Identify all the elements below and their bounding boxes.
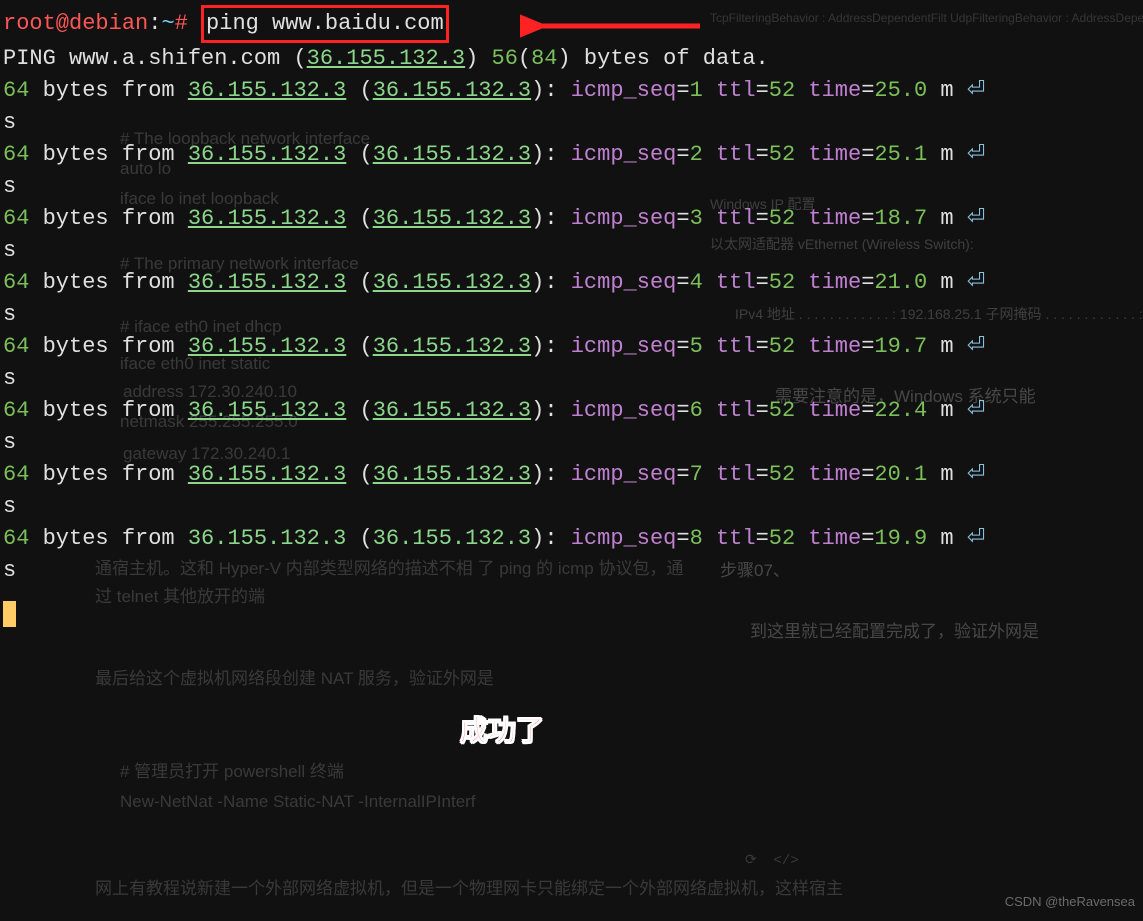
reply-ip: 36.155.132.3 xyxy=(188,270,346,295)
reply-ip: 36.155.132.3 xyxy=(188,142,346,167)
icmp-seq: 8 xyxy=(690,526,703,551)
ping-reply-line: 64 bytes from 36.155.132.3 (36.155.132.3… xyxy=(3,203,1140,235)
ping-reply-line: 64 bytes from 36.155.132.3 (36.155.132.3… xyxy=(3,75,1140,107)
wrap-arrow-icon: ⏎ xyxy=(967,398,985,423)
ttl-value: 52 xyxy=(769,398,795,423)
prompt-line: root@debian:~# ping www.baidu.com xyxy=(3,5,1140,43)
icmp-seq: 5 xyxy=(690,334,703,359)
terminal-cursor xyxy=(3,601,16,627)
reply-ip: 36.155.132.3 xyxy=(188,334,346,359)
wrap-arrow-icon: ⏎ xyxy=(967,334,985,359)
resolved-ip: 36.155.132.3 xyxy=(307,46,465,71)
ping-reply-wrap: s xyxy=(3,363,1140,395)
ping-reply-line: 64 bytes from 36.155.132.3 (36.155.132.3… xyxy=(3,331,1140,363)
ttl-value: 52 xyxy=(769,142,795,167)
time-value: 25.0 xyxy=(874,78,927,103)
ttl-value: 52 xyxy=(769,526,795,551)
ping-reply-wrap: s xyxy=(3,299,1140,331)
reply-ip: 36.155.132.3 xyxy=(188,462,346,487)
ping-reply-wrap: s xyxy=(3,107,1140,139)
bg-text: # 管理员打开 powershell 终端 xyxy=(120,758,344,786)
ttl-value: 52 xyxy=(769,270,795,295)
prompt-user: root@debian xyxy=(3,11,148,36)
bg-text: New-NetNat -Name Static-NAT -InternalIPI… xyxy=(120,788,476,816)
ping-reply-wrap: s xyxy=(3,555,1140,587)
ping-reply-wrap: s xyxy=(3,171,1140,203)
ping-header: PING www.a.shifen.com (36.155.132.3) 56(… xyxy=(3,43,1140,75)
time-value: 19.7 xyxy=(874,334,927,359)
time-value: 25.1 xyxy=(874,142,927,167)
wrap-arrow-icon: ⏎ xyxy=(967,78,985,103)
ping-reply-line: 64 bytes from 36.155.132.3 (36.155.132.3… xyxy=(3,459,1140,491)
wrap-arrow-icon: ⏎ xyxy=(967,270,985,295)
ttl-value: 52 xyxy=(769,462,795,487)
icmp-seq: 2 xyxy=(690,142,703,167)
prompt-path: ~ xyxy=(161,11,174,36)
bg-text: 到这里就已经配置完成了，验证外网是 xyxy=(750,618,1039,646)
icmp-seq: 7 xyxy=(690,462,703,487)
reply-ip: 36.155.132.3 xyxy=(188,398,346,423)
icmp-seq: 3 xyxy=(690,206,703,231)
icmp-seq: 4 xyxy=(690,270,703,295)
time-value: 22.4 xyxy=(874,398,927,423)
bg-text: 最后给这个虚拟机网络段创建 NAT 服务，验证外网是 xyxy=(95,665,494,693)
reply-ip: 36.155.132.3 xyxy=(188,526,346,551)
icmp-seq: 6 xyxy=(690,398,703,423)
ping-reply-line: 64 bytes from 36.155.132.3 (36.155.132.3… xyxy=(3,139,1140,171)
annotation-success: 成功了 xyxy=(460,715,544,747)
ttl-value: 52 xyxy=(769,206,795,231)
watermark: CSDN @theRavensea xyxy=(1005,886,1135,918)
wrap-arrow-icon: ⏎ xyxy=(967,462,985,487)
reply-ip: 36.155.132.3 xyxy=(188,206,346,231)
ping-reply-wrap: s xyxy=(3,491,1140,523)
ping-command-highlighted: ping www.baidu.com xyxy=(201,5,449,43)
ping-reply-wrap: s xyxy=(3,427,1140,459)
time-value: 19.9 xyxy=(874,526,927,551)
ttl-value: 52 xyxy=(769,334,795,359)
ping-reply-line: 64 bytes from 36.155.132.3 (36.155.132.3… xyxy=(3,395,1140,427)
time-value: 21.0 xyxy=(874,270,927,295)
prompt-symbol: # xyxy=(175,11,188,36)
terminal-output[interactable]: root@debian:~# ping www.baidu.com PING w… xyxy=(0,0,1143,592)
time-value: 20.1 xyxy=(874,462,927,487)
ping-reply-wrap: s xyxy=(3,235,1140,267)
wrap-arrow-icon: ⏎ xyxy=(967,206,985,231)
ttl-value: 52 xyxy=(769,78,795,103)
ping-reply-line: 64 bytes from 36.155.132.3 (36.155.132.3… xyxy=(3,523,1140,555)
reply-ip: 36.155.132.3 xyxy=(188,78,346,103)
ping-reply-line: 64 bytes from 36.155.132.3 (36.155.132.3… xyxy=(3,267,1140,299)
time-value: 18.7 xyxy=(874,206,927,231)
bg-text: 网上有教程说新建一个外部网络虚拟机，但是一个物理网卡只能绑定一个外部网络虚拟机，… xyxy=(95,875,1143,903)
bg-icons: ⟳ </> xyxy=(745,845,799,877)
icmp-seq: 1 xyxy=(690,78,703,103)
wrap-arrow-icon: ⏎ xyxy=(967,526,985,551)
wrap-arrow-icon: ⏎ xyxy=(967,142,985,167)
